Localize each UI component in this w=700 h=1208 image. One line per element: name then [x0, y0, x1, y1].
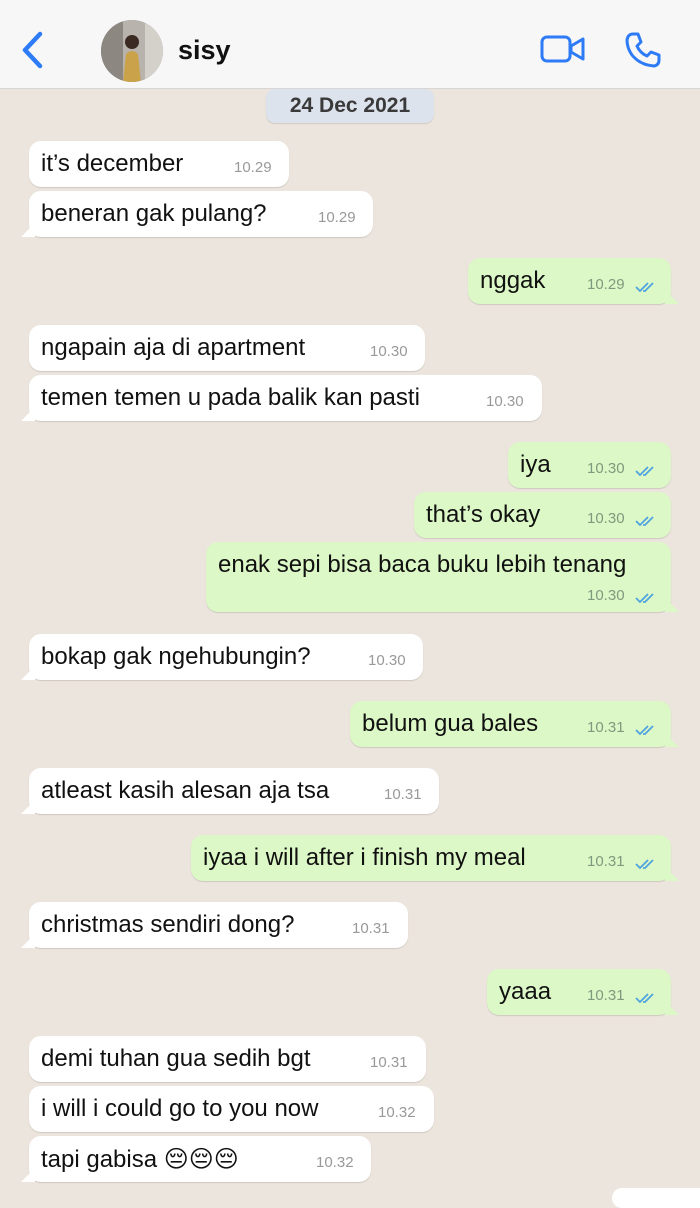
avatar[interactable]: [101, 20, 163, 82]
message-bubble-incoming[interactable]: i will i could go to you now 10.32: [29, 1086, 434, 1132]
message-text: bokap gak ngehubungin?: [41, 643, 311, 670]
message-time: 10.29: [234, 159, 272, 176]
read-ticks-icon: [635, 723, 657, 741]
message-text: i will i could go to you now: [41, 1095, 319, 1122]
message-bubble-incoming[interactable]: christmas sendiri dong? 10.31: [21, 902, 408, 948]
message-time: 10.30: [486, 393, 524, 410]
message-time: 10.30: [587, 587, 625, 604]
read-ticks-icon: [635, 464, 657, 482]
message-text: that’s okay: [426, 501, 541, 528]
message-bubble-outgoing[interactable]: nggak 10.29: [468, 258, 679, 304]
message-bubble-incoming[interactable]: it’s december 10.29: [29, 141, 289, 187]
read-ticks-icon: [635, 280, 657, 298]
message-text: temen temen u pada balik kan pasti: [41, 384, 420, 411]
message-bubble-outgoing[interactable]: yaaa 10.31: [487, 969, 679, 1015]
message-text: nggak: [480, 267, 546, 294]
message-bubble-incoming[interactable]: beneran gak pulang? 10.29: [21, 191, 373, 237]
message-text: demi tuhan gua sedih bgt: [41, 1045, 311, 1072]
message-time: 10.31: [587, 719, 625, 736]
message-bubble-incoming[interactable]: ngapain aja di apartment 10.30: [29, 325, 425, 371]
read-ticks-icon: [635, 514, 657, 532]
contact-name[interactable]: sisy: [178, 35, 231, 66]
phone-icon[interactable]: [624, 31, 662, 74]
message-time: 10.29: [587, 276, 625, 293]
message-text: belum gua bales: [362, 710, 539, 737]
partial-message-bubble: [612, 1188, 700, 1208]
message-text: yaaa: [499, 978, 552, 1005]
message-text: beneran gak pulang?: [41, 200, 267, 227]
chat-header: sisy: [0, 0, 700, 89]
read-ticks-icon: [635, 991, 657, 1009]
message-bubble-incoming[interactable]: temen temen u pada balik kan pasti 10.30: [21, 375, 542, 421]
message-time: 10.31: [587, 987, 625, 1004]
message-bubble-outgoing[interactable]: that’s okay 10.30: [414, 492, 671, 538]
message-time: 10.32: [316, 1154, 354, 1171]
message-text: tapi gabisa 😔😔😔: [41, 1146, 239, 1173]
read-ticks-icon: [635, 857, 657, 875]
message-time: 10.31: [352, 920, 390, 937]
message-text: ngapain aja di apartment: [41, 334, 306, 361]
message-time: 10.32: [378, 1104, 416, 1121]
message-text: atleast kasih alesan aja tsa: [41, 777, 330, 804]
message-bubble-outgoing[interactable]: iyaa i will after i finish my meal 10.31: [191, 835, 679, 881]
message-text: christmas sendiri dong?: [41, 911, 295, 938]
message-time: 10.31: [384, 786, 422, 803]
video-camera-icon[interactable]: [540, 34, 586, 69]
message-text: it’s december: [41, 150, 184, 177]
message-bubble-incoming[interactable]: atleast kasih alesan aja tsa 10.31: [21, 768, 439, 814]
message-time: 10.30: [370, 343, 408, 360]
message-bubble-incoming[interactable]: demi tuhan gua sedih bgt 10.31: [29, 1036, 426, 1082]
message-time: 10.31: [587, 853, 625, 870]
message-bubble-incoming[interactable]: tapi gabisa 😔😔😔 10.32: [21, 1136, 371, 1182]
message-time: 10.30: [587, 460, 625, 477]
message-text: iyaa i will after i finish my meal: [203, 844, 526, 871]
chevron-left-icon[interactable]: [18, 30, 46, 75]
message-text: iya: [520, 451, 551, 478]
message-bubble-outgoing[interactable]: iya 10.30: [508, 442, 671, 488]
message-time: 10.30: [368, 652, 406, 669]
message-bubble-outgoing[interactable]: enak sepi bisa baca buku lebih tenang 10…: [206, 542, 679, 612]
message-time: 10.31: [370, 1054, 408, 1071]
message-time: 10.30: [587, 510, 625, 527]
message-time: 10.29: [318, 209, 356, 226]
message-bubble-incoming[interactable]: bokap gak ngehubungin? 10.30: [21, 634, 423, 680]
message-bubble-outgoing[interactable]: belum gua bales 10.31: [350, 701, 679, 747]
message-text: enak sepi bisa baca buku lebih tenang: [218, 551, 627, 578]
date-separator: 24 Dec 2021: [266, 89, 434, 123]
read-ticks-icon: [635, 591, 657, 609]
